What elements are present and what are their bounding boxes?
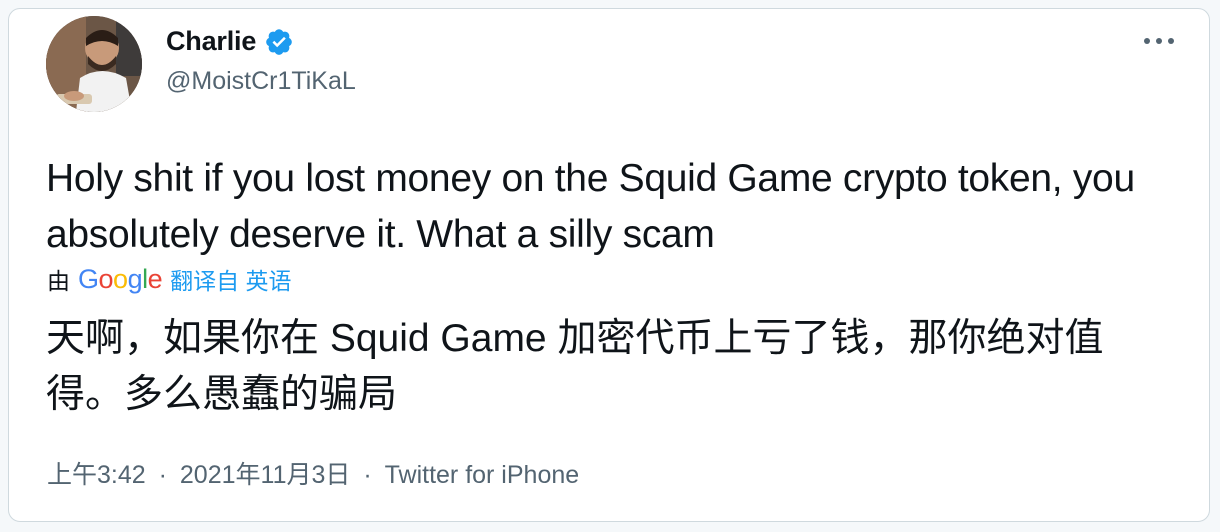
- name-row: Charlie: [166, 26, 294, 57]
- verified-badge-icon: [264, 27, 294, 57]
- avatar-image: [46, 16, 142, 112]
- tweet-time[interactable]: 上午3:42: [47, 461, 146, 489]
- tweet-text: Holy shit if you lost money on the Squid…: [46, 157, 1135, 256]
- tweet-card: Charlie @MoistCr1TiKaL Holy shit if you …: [8, 8, 1210, 522]
- tweet-metadata: 上午3:42 · 2021年11月3日 · Twitter for iPhone: [47, 455, 579, 491]
- separator: ·: [363, 461, 372, 489]
- avatar[interactable]: [46, 16, 142, 112]
- separator: ·: [158, 461, 167, 489]
- display-name[interactable]: Charlie: [166, 26, 256, 57]
- tweet-source[interactable]: Twitter for iPhone: [385, 461, 580, 489]
- translated-from-link[interactable]: 翻译自 英语: [170, 262, 291, 296]
- translation-attribution: 由 Google 翻译自 英语: [47, 262, 292, 296]
- user-handle[interactable]: @MoistCr1TiKaL: [166, 67, 356, 96]
- tweet-date[interactable]: 2021年11月3日: [180, 461, 350, 489]
- google-logo: Google: [78, 263, 163, 294]
- translation-prefix: 由: [47, 268, 70, 294]
- translated-text: 天啊，如果你在 Squid Game 加密代币上亏了钱，那你绝对值得。多么愚蠢的…: [46, 317, 1104, 416]
- more-options-icon[interactable]: [1139, 29, 1179, 53]
